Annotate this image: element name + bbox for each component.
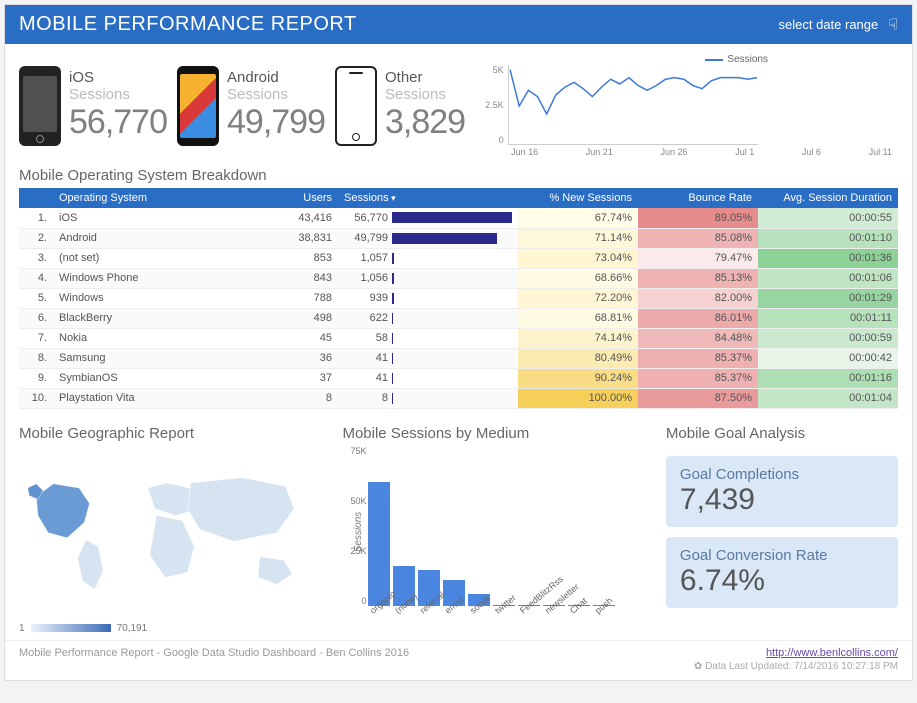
medium-panel: Mobile Sessions by Medium Sessions 75K 5… — [342, 419, 651, 634]
footer: Mobile Performance Report - Google Data … — [5, 640, 912, 661]
phone-android-icon — [177, 66, 219, 146]
goals-title: Mobile Goal Analysis — [666, 419, 898, 446]
date-range-picker[interactable]: select date range ☟ — [779, 15, 898, 35]
kpi-ios-sub: Sessions — [69, 86, 130, 103]
goal-completions-card: Goal Completions 7,439 — [666, 456, 898, 527]
geo-panel: Mobile Geographic Report 1 70,191 — [19, 419, 328, 634]
table-row[interactable]: 10.Playstation Vita88100.00%87.50%00:01:… — [19, 388, 898, 408]
medium-x-axis: organic(none)referralemailsocialtwitterF… — [368, 606, 651, 618]
kpi-other-value: 3,829 — [385, 103, 465, 142]
table-row[interactable]: 7.Nokia455874.14%84.48%00:00:59 — [19, 328, 898, 348]
geo-legend-min: 1 — [19, 623, 25, 634]
table-row[interactable]: 5.Windows78893972.20%82.00%00:01:29 — [19, 288, 898, 308]
goal-conversion-value: 6.74% — [680, 564, 884, 598]
report-page: MOBILE PERFORMANCE REPORT select date ra… — [4, 4, 913, 681]
medium-bar-chart[interactable]: 75K 50K 25K 0 — [368, 446, 651, 606]
kpi-other-label: Other — [385, 69, 423, 86]
medium-bar[interactable] — [368, 482, 390, 606]
table-row[interactable]: 6.BlackBerry49862268.81%86.01%00:01:11 — [19, 308, 898, 328]
geo-map[interactable] — [19, 446, 328, 616]
goal-completions-value: 7,439 — [680, 483, 884, 517]
col-idx[interactable] — [19, 188, 53, 208]
col-os[interactable]: Operating System — [53, 188, 278, 208]
geo-gradient-icon — [31, 624, 111, 632]
sparkline-legend: Sessions — [485, 54, 768, 65]
kpi-android-value: 49,799 — [227, 103, 325, 142]
table-row[interactable]: 9.SymbianOS374190.24%85.37%00:01:16 — [19, 368, 898, 388]
report-header: MOBILE PERFORMANCE REPORT select date ra… — [5, 5, 912, 44]
sparkline-y-axis: 5K 2.5K 0 — [485, 65, 508, 145]
sparkline-panel: Sessions 5K 2.5K 0 Jun 16 Jun 21 Jun 26 … — [475, 54, 898, 157]
kpi-android-label: Android — [227, 69, 279, 86]
sparkline-chart[interactable] — [508, 65, 758, 145]
col-sessions[interactable]: Sessions — [338, 188, 518, 208]
goal-conversion-card: Goal Conversion Rate 6.74% — [666, 537, 898, 608]
lower-row: Mobile Geographic Report 1 70,191 Mobile… — [5, 409, 912, 634]
col-bounce[interactable]: Bounce Rate — [638, 188, 758, 208]
geo-legend: 1 70,191 — [19, 623, 328, 634]
kpi-android: Android Sessions 49,799 — [177, 66, 325, 146]
sparkline-x-axis: Jun 16 Jun 21 Jun 26 Jul 1 Jul 6 Jul 11 — [485, 145, 898, 157]
table-row[interactable]: 8.Samsung364180.49%85.37%00:00:42 — [19, 348, 898, 368]
phone-ios-icon — [19, 66, 61, 146]
table-row[interactable]: 4.Windows Phone8431,05668.66%85.13%00:01… — [19, 268, 898, 288]
col-users[interactable]: Users — [278, 188, 338, 208]
kpi-android-sub: Sessions — [227, 86, 288, 103]
footer-link[interactable]: http://www.benlcollins.com/ — [766, 647, 898, 659]
kpi-other: Other Sessions 3,829 — [335, 66, 465, 146]
goal-conversion-label: Goal Conversion Rate — [680, 547, 884, 564]
kpi-ios: iOS Sessions 56,770 — [19, 66, 167, 146]
medium-title: Mobile Sessions by Medium — [342, 419, 651, 446]
table-row[interactable]: 3.(not set)8531,05773.04%79.47%00:01:36 — [19, 248, 898, 268]
pointer-cursor-icon: ☟ — [888, 15, 898, 35]
goals-panel: Mobile Goal Analysis Goal Completions 7,… — [666, 419, 898, 634]
geo-legend-max: 70,191 — [117, 623, 148, 634]
table-row[interactable]: 2.Android38,83149,79971.14%85.08%00:01:1… — [19, 228, 898, 248]
footer-text: Mobile Performance Report - Google Data … — [19, 647, 409, 659]
page-title: MOBILE PERFORMANCE REPORT — [19, 13, 357, 36]
breakdown-table: Operating System Users Sessions % New Se… — [19, 188, 898, 409]
kpi-row: iOS Sessions 56,770 Android Sessions 49,… — [5, 44, 912, 161]
data-updated: ✿ Data Last Updated: 7/14/2016 10:27:18 … — [5, 661, 912, 676]
breakdown-title: Mobile Operating System Breakdown — [5, 161, 912, 188]
kpi-other-sub: Sessions — [385, 86, 446, 103]
geo-title: Mobile Geographic Report — [19, 419, 328, 446]
medium-y-axis: 75K 50K 25K 0 — [342, 446, 366, 606]
table-header-row: Operating System Users Sessions % New Se… — [19, 188, 898, 208]
date-range-label: select date range — [779, 17, 879, 32]
phone-other-icon — [335, 66, 377, 146]
kpi-ios-value: 56,770 — [69, 103, 167, 142]
col-dur[interactable]: Avg. Session Duration — [758, 188, 898, 208]
table-row[interactable]: 1.iOS43,41656,77067.74%89.05%00:00:55 — [19, 208, 898, 228]
goal-completions-label: Goal Completions — [680, 466, 884, 483]
kpi-ios-label: iOS — [69, 69, 94, 86]
col-pctnew[interactable]: % New Sessions — [518, 188, 638, 208]
